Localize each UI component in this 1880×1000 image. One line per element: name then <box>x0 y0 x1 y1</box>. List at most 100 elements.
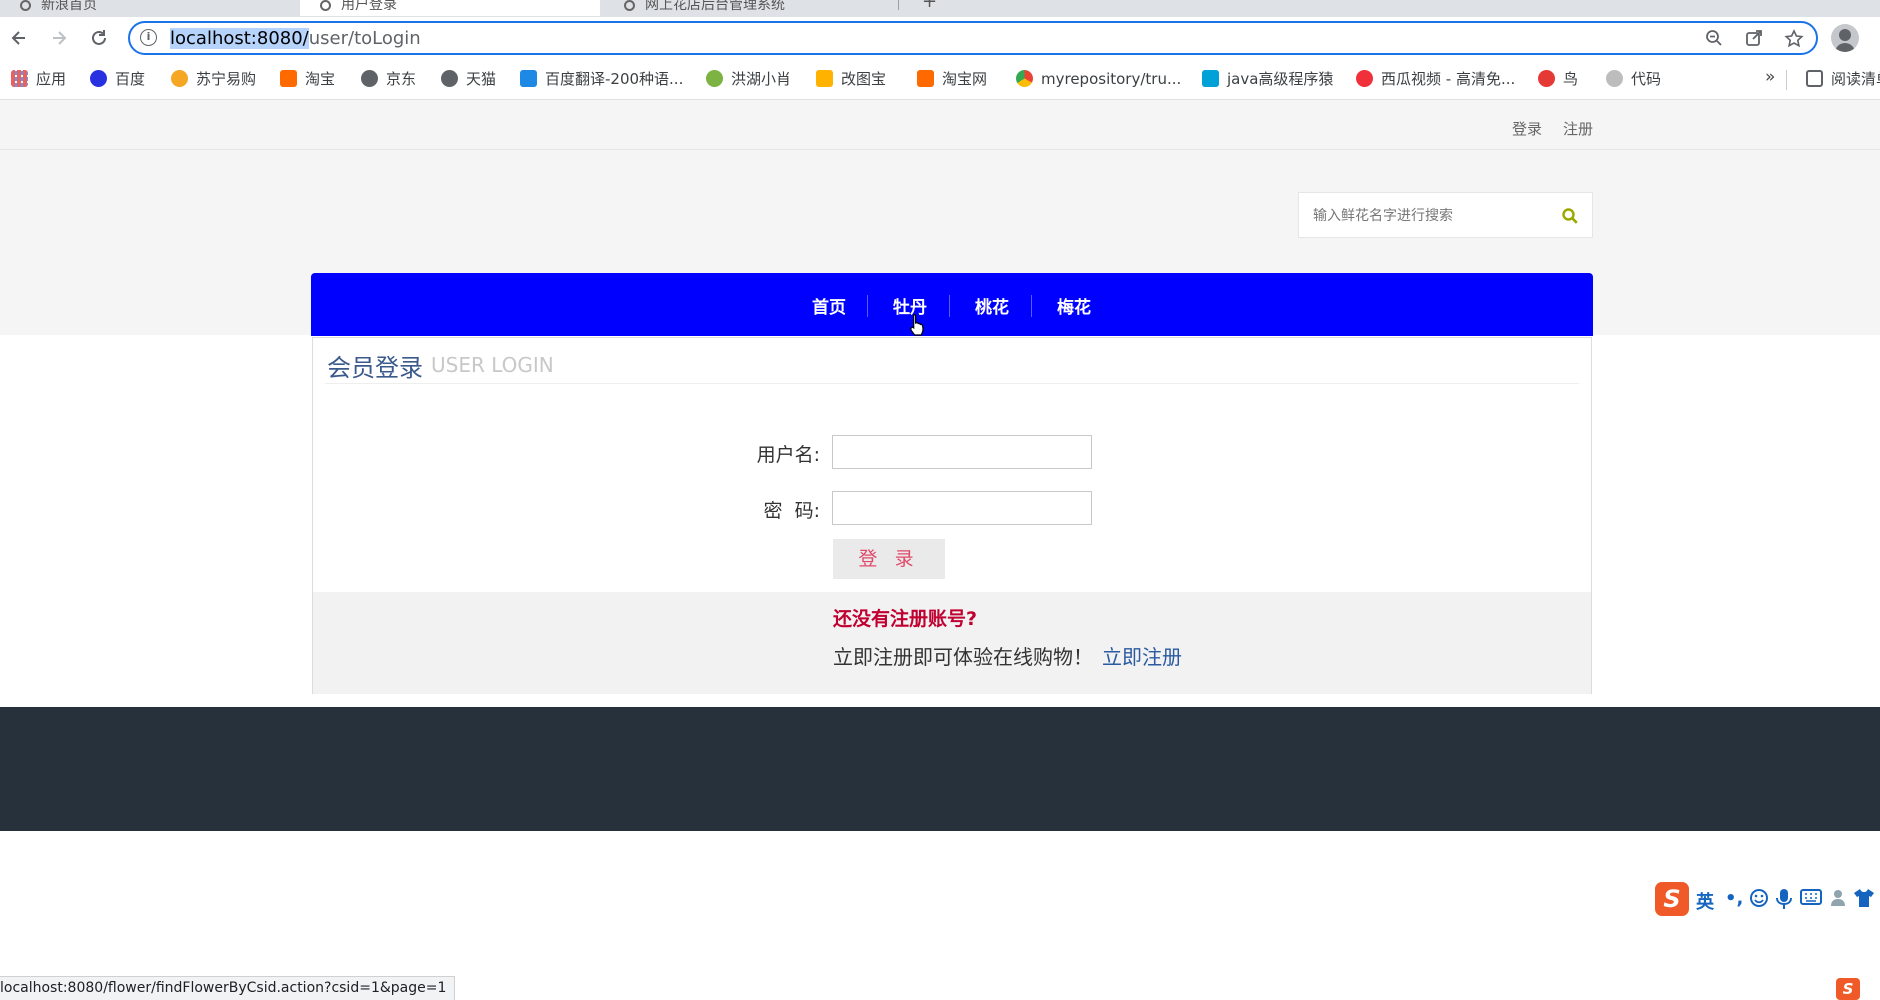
search-box <box>1298 192 1593 238</box>
xigua-icon <box>1356 70 1373 87</box>
bookmark-honghu[interactable]: 洪湖小肖 <box>706 68 791 90</box>
back-button[interactable] <box>6 25 32 51</box>
bookmark-taobao-net[interactable]: 淘宝网 <box>917 68 987 90</box>
bookmark-label: 西瓜视频 - 高清免... <box>1381 70 1516 88</box>
bird-icon <box>706 70 723 87</box>
bookmark-label: 苏宁易购 <box>196 70 257 88</box>
bookmark-label: 应用 <box>36 70 67 88</box>
keyboard-icon[interactable] <box>1800 888 1822 906</box>
bilibili-icon <box>1202 70 1219 87</box>
ime-punctuation-toggle[interactable]: •, <box>1725 888 1743 909</box>
reading-list-button[interactable]: 阅读清单 <box>1806 68 1880 90</box>
url-path: user/toLogin <box>308 28 421 49</box>
username-label: 用户名: <box>756 444 820 466</box>
emoji-icon[interactable] <box>1749 888 1769 908</box>
nav-separator <box>1031 295 1032 317</box>
bookmark-baidu-translate[interactable]: 百度翻译-200种语... <box>520 68 683 90</box>
bookmark-label: 百度 <box>115 70 146 88</box>
bookmark-myrepository[interactable]: myrepository/tru... <box>1016 68 1181 90</box>
reading-list-icon <box>1806 70 1823 87</box>
baidu-paw-icon <box>90 70 107 87</box>
reload-button[interactable] <box>86 25 112 51</box>
user-icon[interactable] <box>1829 888 1849 908</box>
bookmark-xigua[interactable]: 西瓜视频 - 高清免... <box>1356 68 1515 90</box>
bookmark-label: 洪湖小肖 <box>731 70 792 88</box>
search-input[interactable] <box>1311 205 1551 227</box>
main-nav: 首页 牡丹 桃花 梅花 <box>311 273 1593 336</box>
share-icon[interactable] <box>1744 29 1764 49</box>
title-divider <box>325 383 1579 384</box>
microphone-icon[interactable] <box>1776 888 1792 910</box>
bookmarks-more-button[interactable]: » <box>1765 67 1775 87</box>
tab-separator <box>898 0 899 10</box>
address-bar[interactable]: i localhost:8080/user/toLogin <box>128 21 1818 55</box>
tab-flower-admin[interactable]: 网上花店后台管理系统 <box>604 0 900 16</box>
bookmarks-divider <box>1786 70 1787 90</box>
bookmark-bird[interactable]: 鸟 <box>1538 68 1578 90</box>
login-title: 会员登录 <box>327 354 423 382</box>
bookmark-label: 淘宝网 <box>942 70 988 88</box>
sogou-tray-icon[interactable]: S <box>1836 978 1860 1000</box>
bird-icon <box>1538 70 1555 87</box>
bookmarks-bar: 应用 百度 苏宁易购 淘宝 京东 天猫 百度翻译-200种语... 洪湖小肖 改… <box>0 59 1880 100</box>
username-field[interactable] <box>832 435 1092 469</box>
globe-icon <box>361 70 378 87</box>
star-bookmark-icon[interactable] <box>1784 29 1804 49</box>
bookmark-jd[interactable]: 京东 <box>361 68 416 90</box>
bookmark-apps[interactable]: 应用 <box>11 68 66 90</box>
bookmark-code[interactable]: 代码 <box>1606 68 1661 90</box>
tab-sina[interactable]: 新浪首页 <box>0 0 300 16</box>
nav-item-plum[interactable]: 梅花 <box>1057 293 1091 318</box>
skin-shirt-icon[interactable] <box>1853 888 1875 908</box>
bookmark-label: 百度翻译-200种语... <box>545 70 684 88</box>
search-icon[interactable] <box>1561 207 1579 225</box>
register-now-link[interactable]: 立即注册 <box>1102 641 1182 670</box>
no-account-heading: 还没有注册账号? <box>833 608 978 630</box>
profile-avatar-icon[interactable] <box>1831 24 1859 52</box>
register-link[interactable]: 注册 <box>1563 118 1593 139</box>
hand-cursor-icon <box>910 313 924 336</box>
info-icon[interactable]: i <box>140 29 157 46</box>
suning-icon <box>171 70 188 87</box>
bookmark-tmall[interactable]: 天猫 <box>441 68 496 90</box>
bookmark-baidu[interactable]: 百度 <box>90 68 145 90</box>
address-url[interactable]: localhost:8080/user/toLogin <box>170 28 421 49</box>
bookmark-suning[interactable]: 苏宁易购 <box>171 68 256 90</box>
tab-user-login[interactable]: 用户登录 <box>300 0 600 16</box>
new-tab-button[interactable]: + <box>922 0 937 12</box>
taobao-icon <box>917 70 934 87</box>
page-footer <box>0 707 1880 831</box>
image-tool-icon <box>816 70 833 87</box>
ime-language-toggle[interactable]: 英 <box>1696 888 1714 914</box>
status-bar-url: localhost:8080/flower/findFlowerByCsid.a… <box>0 976 456 1000</box>
password-label: 密 码: <box>763 500 820 522</box>
login-button[interactable]: 登 录 <box>833 539 945 579</box>
password-field[interactable] <box>832 491 1092 525</box>
globe-icon <box>624 0 635 11</box>
translate-icon <box>520 70 537 87</box>
globe-icon <box>20 0 31 11</box>
bookmark-java[interactable]: java高级程序猿 <box>1202 68 1333 90</box>
tab-title: 用户登录 <box>341 0 397 13</box>
code-icon <box>1606 70 1623 87</box>
sogou-logo-icon[interactable]: S <box>1655 882 1689 916</box>
bookmark-label: 鸟 <box>1563 70 1579 88</box>
arrow-left-icon <box>11 31 25 45</box>
globe-icon <box>320 0 331 11</box>
chrome-icon <box>1016 70 1033 87</box>
bookmark-label: 代码 <box>1631 70 1662 88</box>
bookmark-gaitubao[interactable]: 改图宝 <box>816 68 886 90</box>
bookmark-taobao[interactable]: 淘宝 <box>280 68 335 90</box>
nav-separator <box>867 295 868 317</box>
tab-title: 网上花店后台管理系统 <box>645 0 785 13</box>
reload-icon <box>92 30 106 45</box>
forward-button[interactable] <box>46 25 72 51</box>
login-link[interactable]: 登录 <box>1512 118 1542 139</box>
nav-item-home[interactable]: 首页 <box>812 293 846 318</box>
top-divider <box>0 149 1880 150</box>
tab-strip: 新浪首页 用户登录 网上花店后台管理系统 + <box>0 0 1880 17</box>
nav-item-peach[interactable]: 桃花 <box>975 293 1009 318</box>
register-prompt-text: 立即注册即可体验在线购物！ <box>833 645 1093 669</box>
bookmark-label: java高级程序猿 <box>1227 70 1334 88</box>
zoom-icon[interactable] <box>1704 29 1724 49</box>
